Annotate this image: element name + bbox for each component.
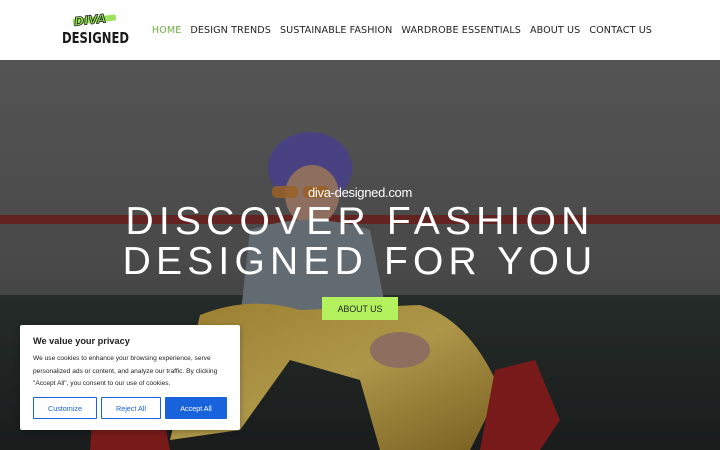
nav-item-design-trends[interactable]: DESIGN TRENDS [190,25,271,36]
reject-all-button[interactable]: Reject All [101,397,161,419]
about-us-button[interactable]: ABOUT US [322,297,398,320]
diva-designed-logo[interactable]: DIVA DESIGNED [60,12,132,48]
nav-item-about-us[interactable]: ABOUT US [530,25,580,36]
svg-text:DESIGNED: DESIGNED [62,29,129,47]
site-header: DIVA DESIGNED HOME DESIGN TRENDS SUSTAIN… [0,0,720,60]
nav-item-sustainable-fashion[interactable]: SUSTAINABLE FASHION [280,25,392,36]
nav-item-wardrobe-essentials[interactable]: WARDROBE ESSENTIALS [401,25,521,36]
accept-all-button[interactable]: Accept All [165,397,227,419]
site-url-text: diva-designed.com [307,185,413,200]
customize-button[interactable]: Customize [33,397,97,419]
cookie-description: We use cookies to enhance your browsing … [33,355,218,387]
hero-headline-line-1: DISCOVER FASHION [125,200,595,243]
cookie-consent-banner: We value your privacy We use cookies to … [20,325,240,430]
main-nav: HOME DESIGN TRENDS SUSTAINABLE FASHION W… [152,0,652,60]
cookie-title: We value your privacy [33,336,130,346]
hero-headline-line-2: DESIGNED FOR YOU [122,240,598,283]
nav-item-home[interactable]: HOME [152,25,182,36]
svg-text:DIVA: DIVA [73,12,106,29]
nav-item-contact-us[interactable]: CONTACT US [589,25,652,36]
